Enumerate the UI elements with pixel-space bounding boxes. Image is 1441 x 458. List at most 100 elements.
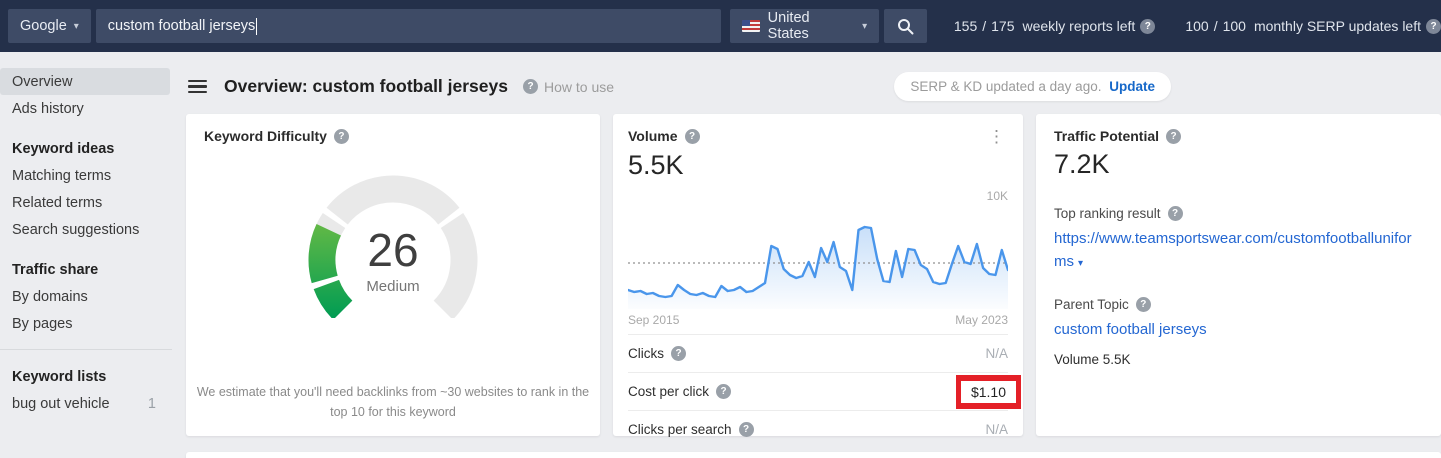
kd-gauge: 26 Medium: [298, 168, 488, 323]
cpc-label: Cost per click: [628, 384, 710, 399]
search-engine-dropdown[interactable]: Google ▾: [8, 9, 91, 43]
sidebar-item-label: Search suggestions: [12, 221, 140, 238]
traffic-potential-card: Traffic Potential ? 7.2K Top ranking res…: [1036, 114, 1441, 436]
help-icon[interactable]: ?: [1135, 297, 1151, 312]
help-icon[interactable]: ?: [1140, 18, 1156, 34]
sidebar-header-traffic-share: Traffic share: [12, 261, 99, 278]
clicks-value: N/A: [985, 346, 1008, 361]
chart-ymax-label: 10K: [986, 189, 1008, 203]
quota-used: 100: [1185, 18, 1209, 34]
help-icon[interactable]: ?: [684, 128, 700, 144]
help-icon[interactable]: ?: [1167, 206, 1183, 221]
text-cursor: [256, 17, 258, 35]
kd-level-label: Medium: [366, 278, 420, 295]
search-icon: [898, 18, 914, 34]
top-search-bar: Google ▾ custom football jerseys United …: [0, 0, 1441, 52]
tp-card-title: Traffic Potential: [1054, 128, 1160, 144]
chart-start-date: Sep 2015: [628, 313, 680, 327]
update-button[interactable]: Update: [1109, 79, 1155, 94]
country-dropdown[interactable]: United States ▾: [729, 9, 880, 43]
quota-used: 155: [953, 18, 978, 34]
sidebar-item-label: Matching terms: [12, 167, 112, 184]
sidebar-item-overview[interactable]: Overview: [0, 68, 170, 95]
parent-topic-link[interactable]: custom football jerseys: [1054, 319, 1423, 342]
help-icon[interactable]: ?: [1166, 128, 1182, 144]
help-icon[interactable]: ?: [716, 384, 732, 399]
cost-per-click-row: Cost per click ? $1.10: [628, 372, 1021, 410]
clicks-label: Clicks: [628, 346, 664, 361]
help-icon[interactable]: ?: [1426, 18, 1441, 34]
top-ranking-label: Top ranking result: [1054, 206, 1161, 221]
tp-value: 7.2K: [1054, 149, 1110, 179]
top-ranking-url-text: https://www.teamsportswear.com/customfoo…: [1054, 230, 1412, 270]
clicks-per-search-row: Clicks per search ? N/A: [628, 410, 1008, 448]
chevron-down-icon[interactable]: ▾: [1078, 258, 1083, 269]
sidebar-header-keyword-ideas: Keyword ideas: [12, 140, 115, 157]
parent-topic-label: Parent Topic: [1054, 297, 1129, 312]
sidebar-item-label: Ads history: [12, 100, 84, 117]
sidebar-item-label: Overview: [12, 73, 73, 90]
keyword-list-count: 1: [147, 395, 156, 412]
help-icon[interactable]: ?: [738, 422, 754, 437]
sidebar-header-keyword-lists: Keyword lists: [12, 368, 107, 385]
country-label: United States: [767, 10, 810, 42]
keyword-search-input[interactable]: custom football jerseys: [95, 9, 721, 43]
how-to-use-link[interactable]: ? How to use: [523, 79, 614, 95]
sidebar-item-search-suggestions[interactable]: Search suggestions: [0, 216, 172, 243]
sidebar-item-label: bug out vehicle: [12, 395, 110, 412]
us-flag-icon: [741, 20, 760, 32]
kd-score: 26: [367, 224, 419, 276]
serp-updates-quota: 100 / 100 monthly SERP updates left ?: [1185, 18, 1441, 34]
volume-card: Volume ? ⋮ 5.5K 10K Sep 2015 May 2023 Cl…: [613, 114, 1023, 437]
sidebar-item-related-terms[interactable]: Related terms: [0, 189, 172, 216]
kd-estimate-note: We estimate that you'll need backlinks f…: [196, 385, 590, 419]
cpc-value: $1.10: [960, 380, 1016, 403]
sidebar-divider: [0, 349, 172, 350]
quota-label: weekly reports left: [1022, 18, 1136, 34]
clicks-per-search-label: Clicks per search: [628, 422, 732, 437]
top-ranking-url-link[interactable]: https://www.teamsportswear.com/customfoo…: [1054, 228, 1423, 273]
keyword-query-text: custom football jerseys: [107, 18, 256, 34]
volume-card-title: Volume: [628, 128, 678, 144]
quota-separator: /: [1213, 18, 1218, 34]
clicks-row: Clicks ? N/A: [628, 334, 1008, 372]
quota-separator: /: [982, 18, 987, 34]
update-notice-text: SERP & KD updated a day ago.: [910, 79, 1102, 94]
next-card-edge: [186, 452, 1441, 458]
help-icon: ?: [523, 79, 538, 94]
search-button[interactable]: [884, 9, 927, 43]
weekly-reports-quota: 155 / 175 weekly reports left ?: [953, 18, 1156, 34]
page-header: Overview: custom football jerseys ? How …: [172, 52, 1441, 101]
search-engine-label: Google: [20, 18, 67, 34]
main-content: Overview: custom football jerseys ? How …: [172, 52, 1441, 458]
sidebar-item-by-pages[interactable]: By pages: [0, 310, 172, 337]
sidebar-item-by-domains[interactable]: By domains: [0, 283, 172, 310]
clicks-per-search-value: N/A: [985, 422, 1008, 437]
chart-end-date: May 2023: [955, 313, 1008, 327]
parent-topic-volume: Volume 5.5K: [1054, 351, 1131, 367]
sidebar-item-matching-terms[interactable]: Matching terms: [0, 162, 172, 189]
volume-value: 5.5K: [628, 150, 684, 180]
keyword-difficulty-card: Keyword Difficulty ? 26 Medium We estima…: [186, 114, 600, 436]
quota-total: 175: [991, 18, 1015, 34]
kebab-menu-icon[interactable]: ⋮: [985, 128, 1008, 145]
sidebar-item-label: By pages: [12, 315, 73, 332]
help-icon[interactable]: ?: [671, 346, 686, 361]
quota-total: 100: [1222, 18, 1246, 34]
kd-card-title: Keyword Difficulty: [204, 128, 327, 144]
sidebar-item-label: Related terms: [12, 194, 103, 211]
help-icon[interactable]: ?: [333, 128, 349, 144]
usage-quotas: 155 / 175 weekly reports left ? 100 / 10…: [954, 18, 1441, 34]
cpc-highlight-annotation: $1.10: [955, 374, 1021, 409]
sidebar-item-keyword-list[interactable]: bug out vehicle 1: [0, 390, 172, 417]
sidebar-item-ads-history[interactable]: Ads history: [0, 95, 172, 122]
how-to-use-label: How to use: [544, 78, 615, 95]
page-title: Overview: custom football jerseys: [224, 76, 508, 96]
serp-update-pill: SERP & KD updated a day ago. Update: [894, 72, 1171, 101]
keywords-explorer-screen: Google ▾ custom football jerseys United …: [0, 0, 1441, 458]
sidebar-item-label: By domains: [12, 288, 88, 305]
chevron-down-icon: ▾: [862, 20, 868, 32]
parent-topic-text: custom football jerseys: [1054, 321, 1207, 338]
menu-icon[interactable]: [188, 77, 207, 97]
volume-trend-chart: [628, 225, 1008, 309]
